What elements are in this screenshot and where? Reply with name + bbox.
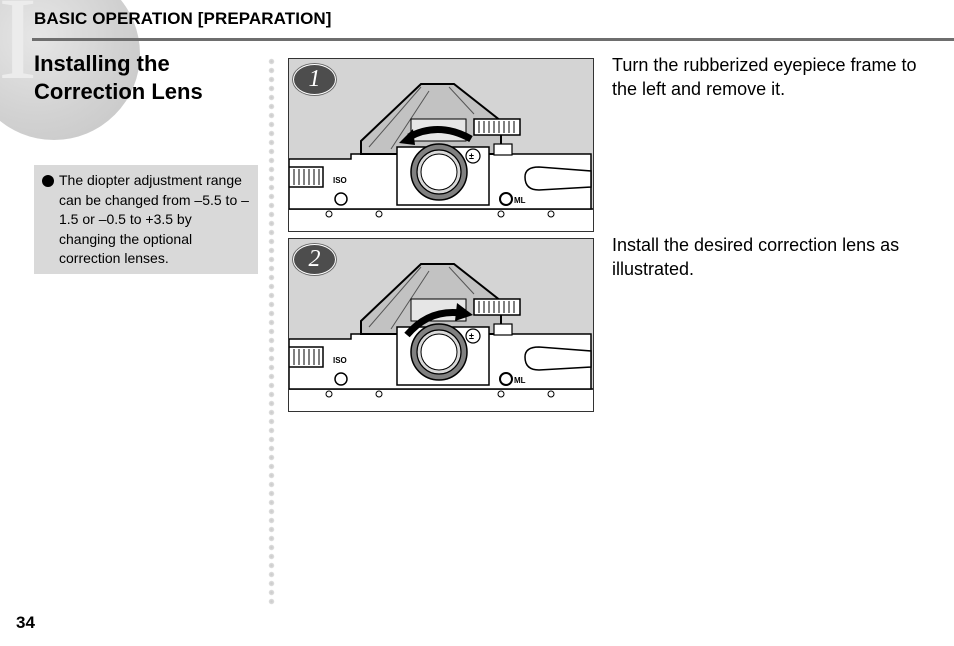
iso-label: ISO [333,176,347,185]
chapter-numeral: I [0,0,38,104]
step-1-badge: 1 [293,64,336,95]
camera-eyepiece-illustration: ± ISO ML [289,239,593,411]
page-number: 34 [16,613,35,632]
svg-text:±: ± [469,151,474,161]
ml-label: ML [514,376,526,385]
page-title: Installing the Correction Lens [34,50,203,106]
bullet-icon [42,175,54,187]
svg-text:±: ± [469,331,474,341]
step-1-illustration: ± ISO ML 1 [288,58,594,232]
note-text: The diopter adjustment range can be chan… [59,172,249,267]
note-box: The diopter adjustment range can be chan… [34,165,258,274]
dotted-divider [268,58,275,606]
section-header: BASIC OPERATION [PREPARATION] [34,9,332,28]
page-title-line-1: Installing the [34,51,170,76]
iso-label: ISO [333,356,347,365]
step-1-instruction: Turn the rubberized eyepiece frame to th… [612,55,917,99]
step-2-badge: 2 [293,244,336,275]
camera-eyepiece-illustration: ± ISO ML [289,59,593,231]
header-divider [32,38,954,41]
ml-label: ML [514,196,526,205]
page-title-line-2: Correction Lens [34,79,203,104]
step-2-illustration: ± ISO ML 2 [288,238,594,412]
step-2-instruction: Install the desired correction lens as i… [612,235,900,279]
